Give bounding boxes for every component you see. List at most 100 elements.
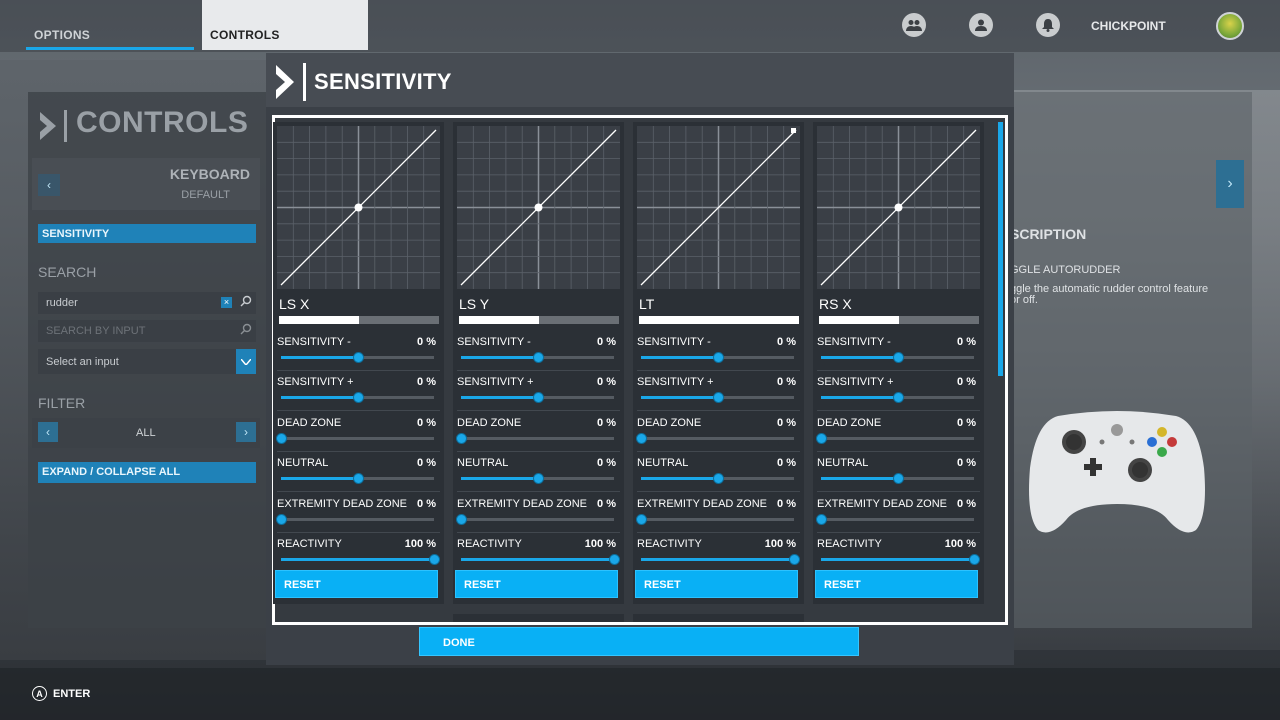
chevron-right-icon[interactable]: › bbox=[236, 422, 256, 442]
notification-icon[interactable] bbox=[1036, 13, 1060, 37]
divider bbox=[457, 491, 620, 492]
setting-label: NEUTRAL bbox=[277, 457, 329, 469]
select-input-dropdown[interactable]: Select an input bbox=[38, 349, 256, 374]
slider-handle[interactable] bbox=[712, 392, 724, 403]
slider-handle[interactable] bbox=[969, 554, 980, 565]
setting-value: 100 % bbox=[584, 538, 616, 550]
slider-handle[interactable] bbox=[352, 473, 364, 484]
setting-label: DEAD ZONE bbox=[817, 417, 882, 429]
setting-slider[interactable] bbox=[641, 554, 800, 565]
friends-icon[interactable] bbox=[902, 13, 926, 37]
setting-slider[interactable] bbox=[276, 514, 434, 525]
expand-collapse-all-button[interactable]: EXPAND / COLLAPSE ALL bbox=[38, 462, 256, 483]
profile-icon[interactable] bbox=[969, 13, 993, 37]
setting-slider[interactable] bbox=[461, 392, 614, 403]
setting-slider[interactable] bbox=[461, 473, 614, 484]
slider-handle[interactable] bbox=[429, 554, 440, 565]
slider-handle[interactable] bbox=[532, 352, 544, 363]
setting-slider[interactable] bbox=[281, 352, 434, 363]
setting-slider[interactable] bbox=[281, 392, 434, 403]
slider-handle[interactable] bbox=[816, 514, 827, 525]
setting-slider[interactable] bbox=[456, 433, 614, 444]
setting-slider[interactable] bbox=[276, 433, 434, 444]
setting-slider[interactable] bbox=[636, 433, 794, 444]
scrollbar[interactable] bbox=[998, 122, 1003, 376]
search-input-value: rudder bbox=[46, 297, 78, 309]
username[interactable]: CHICKPOINT bbox=[1091, 19, 1166, 33]
slider-handle[interactable] bbox=[532, 473, 544, 484]
setting-slider[interactable] bbox=[281, 473, 434, 484]
setting-slider[interactable] bbox=[281, 554, 440, 565]
search-by-input-field[interactable]: SEARCH BY INPUT bbox=[38, 320, 256, 342]
reset-button[interactable]: RESET bbox=[635, 570, 798, 598]
search-icon[interactable] bbox=[240, 295, 252, 310]
setting-label: SENSITIVITY + bbox=[637, 376, 714, 388]
clear-icon[interactable]: × bbox=[221, 297, 232, 308]
setting-row: NEUTRAL 0 % bbox=[453, 453, 624, 493]
reset-button[interactable]: RESET bbox=[455, 570, 618, 598]
slider-handle[interactable] bbox=[892, 352, 904, 363]
setting-slider[interactable] bbox=[821, 352, 974, 363]
slider-fill bbox=[281, 356, 358, 359]
reset-button[interactable]: RESET bbox=[275, 570, 438, 598]
slider-fill bbox=[641, 396, 718, 399]
slider-handle[interactable] bbox=[276, 433, 287, 444]
setting-row: NEUTRAL 0 % bbox=[273, 453, 444, 493]
setting-slider[interactable] bbox=[821, 473, 974, 484]
setting-label: EXTREMITY DEAD ZONE bbox=[637, 498, 767, 510]
slider-fill bbox=[821, 396, 898, 399]
slider-handle[interactable] bbox=[352, 392, 364, 403]
slider-handle[interactable] bbox=[636, 433, 647, 444]
avatar[interactable] bbox=[1216, 12, 1244, 40]
setting-slider[interactable] bbox=[641, 473, 794, 484]
slider-handle[interactable] bbox=[712, 352, 724, 363]
slider-handle[interactable] bbox=[456, 433, 467, 444]
setting-slider[interactable] bbox=[816, 433, 974, 444]
reset-button[interactable]: RESET bbox=[815, 570, 978, 598]
search-icon[interactable] bbox=[240, 323, 252, 338]
setting-value: 0 % bbox=[597, 457, 616, 469]
slider-handle[interactable] bbox=[609, 554, 620, 565]
slider-fill bbox=[821, 558, 974, 561]
sensitivity-button[interactable]: SENSITIVITY bbox=[38, 224, 256, 243]
slider-handle[interactable] bbox=[456, 514, 467, 525]
slider-handle[interactable] bbox=[789, 554, 800, 565]
setting-slider[interactable] bbox=[641, 352, 794, 363]
done-button[interactable]: DONE bbox=[419, 627, 859, 656]
setting-slider[interactable] bbox=[461, 352, 614, 363]
response-curve-graph bbox=[277, 126, 440, 289]
slider-handle[interactable] bbox=[892, 473, 904, 484]
axis-name: LS X bbox=[279, 296, 310, 312]
setting-value: 0 % bbox=[777, 336, 796, 348]
chevron-left-icon[interactable]: ‹ bbox=[38, 422, 58, 442]
slider-handle[interactable] bbox=[352, 352, 364, 363]
chevron-down-icon[interactable] bbox=[236, 349, 256, 374]
chevron-right-icon[interactable]: › bbox=[1216, 160, 1244, 208]
setting-slider[interactable] bbox=[456, 514, 614, 525]
slider-handle[interactable] bbox=[892, 392, 904, 403]
dialog-title: SENSITIVITY bbox=[314, 69, 452, 94]
setting-slider[interactable] bbox=[821, 554, 980, 565]
slider-handle[interactable] bbox=[712, 473, 724, 484]
setting-slider[interactable] bbox=[816, 514, 974, 525]
setting-slider[interactable] bbox=[461, 554, 620, 565]
search-input[interactable]: rudder × bbox=[38, 292, 256, 314]
tab-options[interactable]: OPTIONS bbox=[26, 0, 194, 50]
setting-slider[interactable] bbox=[636, 514, 794, 525]
setting-slider[interactable] bbox=[821, 392, 974, 403]
divider bbox=[457, 370, 620, 371]
setting-slider[interactable] bbox=[641, 392, 794, 403]
slider-handle[interactable] bbox=[636, 514, 647, 525]
setting-row: DEAD ZONE 0 % bbox=[813, 413, 984, 453]
select-input-value: Select an input bbox=[46, 356, 119, 368]
divider bbox=[457, 532, 620, 533]
slider-handle[interactable] bbox=[816, 433, 827, 444]
chevron-left-icon[interactable]: ‹ bbox=[38, 174, 60, 196]
slider-handle[interactable] bbox=[532, 392, 544, 403]
tab-controls[interactable]: CONTROLS bbox=[202, 0, 368, 50]
setting-row: NEUTRAL 0 % bbox=[813, 453, 984, 493]
page-title: CONTROLS bbox=[76, 106, 249, 139]
enter-hint[interactable]: A ENTER bbox=[32, 686, 90, 701]
filter-heading: FILTER bbox=[38, 395, 86, 411]
slider-handle[interactable] bbox=[276, 514, 287, 525]
